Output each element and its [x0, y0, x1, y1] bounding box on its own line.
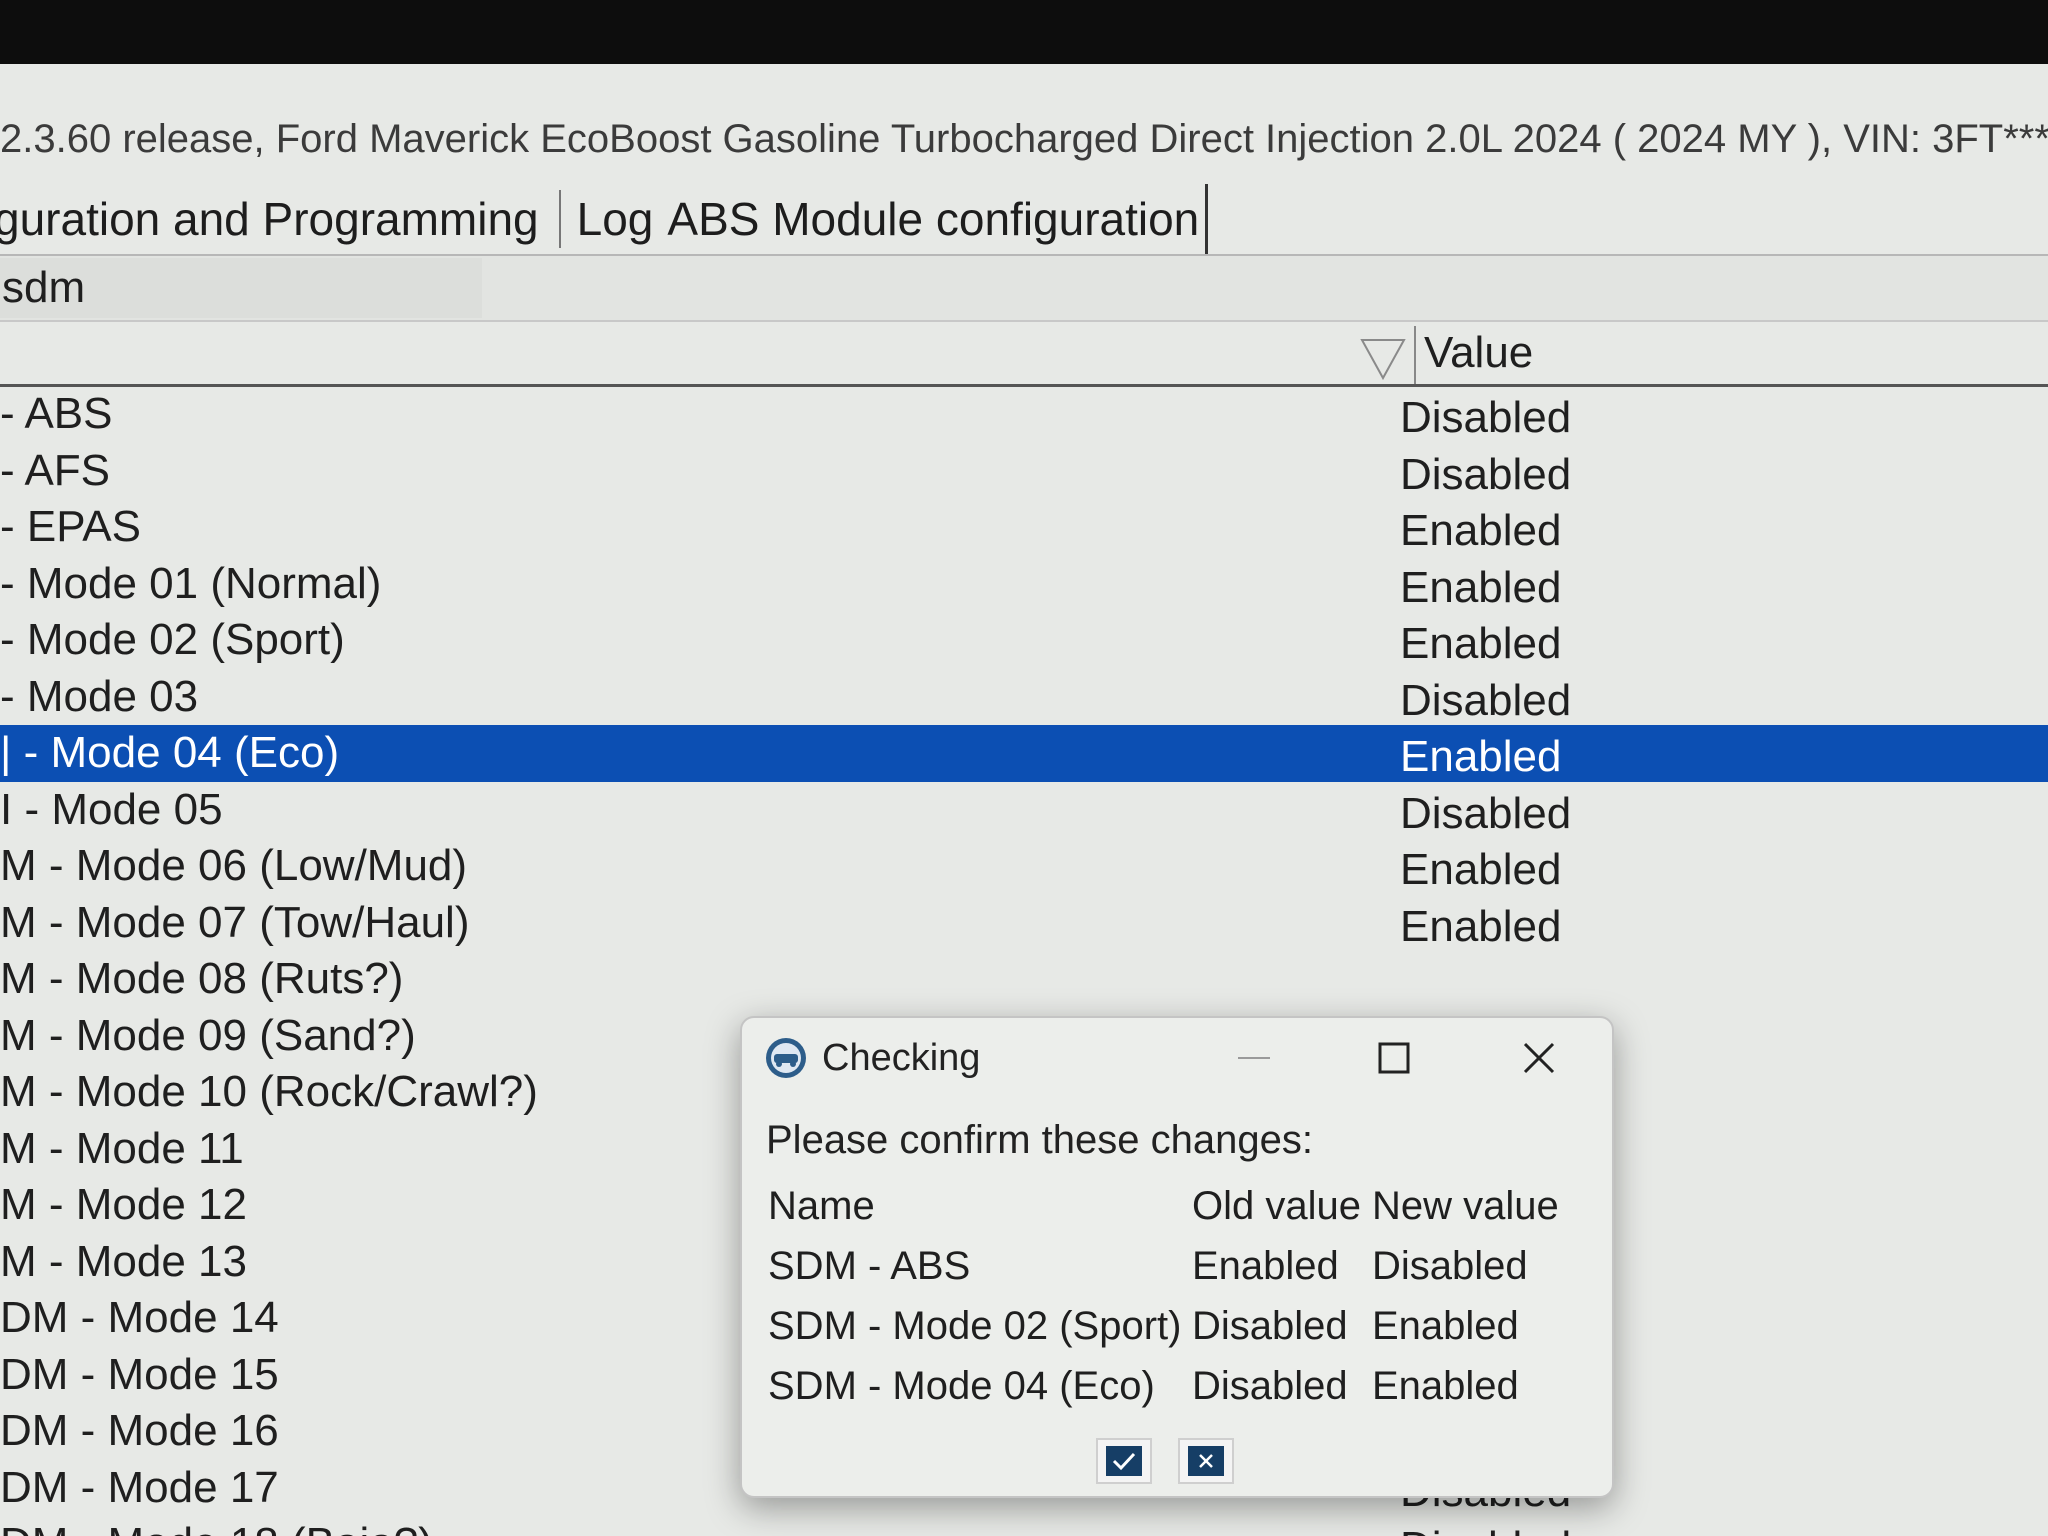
close-icon[interactable] — [1517, 1036, 1561, 1080]
filter-row: sdm — [0, 256, 2048, 320]
tab-bar: guration and Programming Log ABS Module … — [0, 184, 2048, 256]
row-name: DM - Mode 14 — [0, 1293, 279, 1342]
change-name: SDM - Mode 04 (Eco) — [768, 1364, 1155, 1408]
row-name: M - Mode 12 — [0, 1180, 247, 1229]
cancel-button-face — [1188, 1446, 1224, 1476]
change-new-value: Enabled — [1372, 1304, 1519, 1348]
table-row[interactable]: M - Mode 08 (Ruts?) — [0, 951, 2048, 1008]
change-row: SDM - Mode 02 (Sport) Disabled Enabled — [768, 1304, 1588, 1364]
row-value: Disabled — [1400, 1520, 1571, 1536]
row-name: - EPAS — [0, 502, 142, 551]
tab-abs-module-configuration[interactable]: ABS Module configuration — [667, 184, 1209, 254]
column-header-old-value: Old value — [1192, 1184, 1361, 1228]
row-value: Enabled — [1400, 506, 1562, 555]
tab-configuration-programming[interactable]: guration and Programming — [0, 184, 553, 254]
row-name: DM - Mode 15 — [0, 1349, 279, 1399]
change-new-value: Enabled — [1372, 1364, 1519, 1408]
column-header-new-value: New value — [1372, 1184, 1559, 1228]
dialog-title: Checking — [822, 1036, 981, 1079]
dialog-prompt: Please confirm these changes: — [766, 1118, 1313, 1162]
row-name: - Mode 03 — [0, 671, 199, 721]
column-header-name: Name — [768, 1184, 875, 1228]
x-icon — [1199, 1454, 1213, 1468]
table-row[interactable]: - Mode 01 (Normal) Enabled — [0, 556, 2048, 613]
tab-log[interactable]: Log — [577, 184, 668, 254]
row-name: DM - Mode 17 — [0, 1462, 279, 1512]
row-value: Enabled — [1400, 619, 1562, 668]
row-name: DM - Mode 16 — [0, 1406, 279, 1455]
row-name: M - Mode 11 — [0, 1123, 244, 1173]
row-name: - AFS — [0, 445, 111, 495]
column-divider[interactable] — [1414, 326, 1416, 384]
dialog-titlebar: Checking — [764, 1028, 980, 1088]
table-row[interactable]: - ABS Disabled — [0, 386, 2048, 443]
change-old-value: Enabled — [1192, 1244, 1339, 1288]
filter-input[interactable]: sdm — [0, 258, 482, 318]
row-value: Enabled — [1400, 845, 1562, 894]
row-value: Disabled — [1400, 449, 1572, 499]
confirm-button-face — [1106, 1446, 1142, 1476]
table-row[interactable]: I - Mode 05 Disabled — [0, 782, 2048, 839]
changes-header-row: Name Old value New value — [768, 1184, 1588, 1244]
table-row[interactable]: - AFS Disabled — [0, 443, 2048, 500]
row-value: Enabled — [1400, 562, 1562, 612]
table-row[interactable]: M - Mode 06 (Low/Mud) Enabled — [0, 838, 2048, 895]
tab-divider — [558, 190, 561, 248]
car-scan-icon — [766, 1038, 806, 1078]
changes-table: Name Old value New value SDM - ABS Enabl… — [768, 1184, 1588, 1424]
row-value: Disabled — [1400, 675, 1572, 725]
row-name: M - Mode 09 (Sand?) — [0, 1010, 416, 1060]
table-row[interactable]: DM - Mode 18 (Baja?) Disabled — [0, 1516, 2048, 1536]
change-row: SDM - ABS Enabled Disabled — [768, 1244, 1588, 1304]
row-name: M - Mode 13 — [0, 1236, 247, 1286]
grid-header: Value — [0, 320, 2048, 387]
table-row[interactable]: M - Mode 07 (Tow/Haul) Enabled — [0, 895, 2048, 952]
change-old-value: Disabled — [1192, 1304, 1348, 1348]
row-name: M - Mode 10 (Rock/Crawl?) — [0, 1067, 538, 1116]
cancel-button[interactable] — [1178, 1438, 1234, 1484]
row-name: M - Mode 08 (Ruts?) — [0, 954, 404, 1003]
minimize-icon[interactable] — [1232, 1036, 1276, 1080]
sort-triangle-icon[interactable] — [1360, 336, 1406, 382]
confirm-changes-dialog: Checking Please confirm these changes: N… — [740, 1016, 1614, 1498]
change-old-value: Disabled — [1192, 1364, 1348, 1408]
row-value: Enabled — [1400, 901, 1562, 951]
change-new-value: Disabled — [1372, 1244, 1528, 1288]
row-value: Disabled — [1400, 788, 1572, 838]
row-value: Enabled — [1400, 732, 1562, 781]
checkmark-icon — [1112, 1452, 1136, 1471]
row-value: Disabled — [1400, 393, 1572, 442]
table-row[interactable]: - EPAS Enabled — [0, 499, 2048, 556]
row-name: DM - Mode 18 (Baja?) — [0, 1516, 433, 1536]
table-row-selected[interactable]: | - Mode 04 (Eco) Enabled — [0, 725, 2048, 782]
row-name: - ABS — [0, 389, 113, 438]
row-name: | - Mode 04 (Eco) — [0, 728, 340, 777]
window-title: 2.3.60 release, Ford Maverick EcoBoost G… — [0, 117, 2048, 161]
app-window: 2.3.60 release, Ford Maverick EcoBoost G… — [0, 64, 2048, 1536]
row-name: - Mode 02 (Sport) — [0, 615, 345, 664]
change-name: SDM - ABS — [768, 1244, 971, 1288]
maximize-icon[interactable] — [1372, 1036, 1416, 1080]
row-name: I - Mode 05 — [0, 784, 223, 834]
confirm-button[interactable] — [1096, 1438, 1152, 1484]
row-name: M - Mode 07 (Tow/Haul) — [0, 897, 470, 947]
row-name: - Mode 01 (Normal) — [0, 558, 382, 608]
column-header-value[interactable]: Value — [1424, 322, 1533, 384]
change-row: SDM - Mode 04 (Eco) Disabled Enabled — [768, 1364, 1588, 1424]
row-name: M - Mode 06 (Low/Mud) — [0, 841, 468, 890]
table-row[interactable]: - Mode 03 Disabled — [0, 669, 2048, 726]
table-row[interactable]: - Mode 02 (Sport) Enabled — [0, 612, 2048, 669]
change-name: SDM - Mode 02 (Sport) — [768, 1304, 1182, 1348]
